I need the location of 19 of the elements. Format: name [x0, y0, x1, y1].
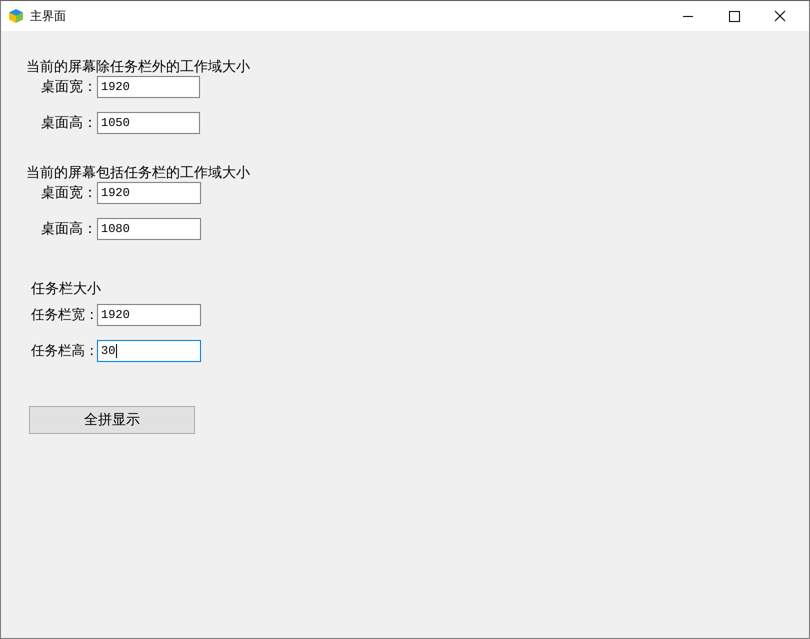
- input-field[interactable]: 1050: [97, 112, 200, 134]
- input-field[interactable]: 1080: [97, 218, 201, 240]
- text-cursor: [116, 344, 118, 358]
- field-label: 任务栏宽：: [31, 306, 97, 324]
- field-label: 任务栏高：: [31, 342, 97, 360]
- window-title: 主界面: [30, 8, 66, 24]
- group-heading: 任务栏大小: [31, 279, 102, 298]
- field-label: 桌面高：: [40, 114, 97, 132]
- field-label: 桌面高：: [40, 220, 97, 238]
- input-field[interactable]: 1920: [97, 182, 201, 204]
- input-field[interactable]: 1920: [97, 304, 201, 326]
- field-label: 桌面宽：: [40, 78, 97, 96]
- input-field[interactable]: 30: [97, 340, 201, 362]
- group-heading: 当前的屏幕除任务栏外的工作域大小: [26, 57, 251, 76]
- app-icon: [8, 8, 24, 24]
- input-field[interactable]: 1920: [97, 76, 200, 98]
- display-button[interactable]: 全拼显示: [29, 406, 195, 434]
- group-heading: 当前的屏幕包括任务栏的工作域大小: [26, 163, 251, 182]
- field-label: 桌面宽：: [40, 184, 97, 202]
